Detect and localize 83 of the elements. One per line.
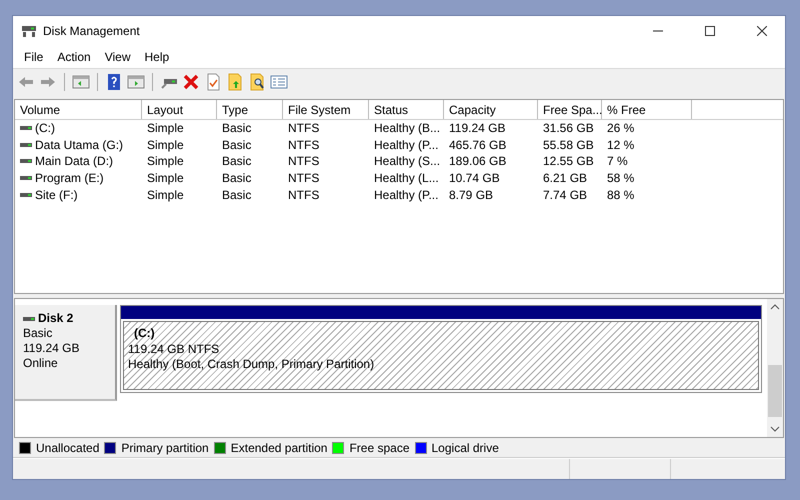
table-cell: (C:) xyxy=(35,121,55,136)
table-cell: 88 % xyxy=(607,188,634,202)
scroll-up-icon[interactable] xyxy=(770,303,780,311)
volume-drive-icon xyxy=(20,175,32,182)
table-cell: Main Data (D:) xyxy=(35,154,114,168)
column-header[interactable]: Type xyxy=(217,100,283,119)
table-cell: Basic xyxy=(222,121,252,136)
volume-drive-icon xyxy=(20,192,32,198)
volume-drive-icon xyxy=(20,142,32,148)
help-button[interactable] xyxy=(105,73,123,91)
table-cell: Basic xyxy=(222,138,252,152)
table-cell: Healthy (P... xyxy=(374,138,438,152)
app-icon xyxy=(21,24,37,38)
menu-item[interactable]: View xyxy=(98,50,138,64)
table-cell: Program (E:) xyxy=(35,171,104,186)
partition-block[interactable]: (C:) 119.24 GB NTFS Healthy (Boot, Crash Dump, Primary Partition) xyxy=(123,321,759,390)
table-cell: Data Utama (G:) xyxy=(35,138,124,152)
table-cell: 12.55 GB xyxy=(543,154,594,168)
table-cell: Basic xyxy=(222,188,252,202)
disk-drive-icon xyxy=(23,316,35,322)
table-cell: NTFS xyxy=(288,171,320,186)
close-icon xyxy=(757,26,767,36)
partition-name: (C:) xyxy=(133,326,155,342)
table-cell: 465.76 GB xyxy=(449,138,506,152)
column-header[interactable]: Layout xyxy=(142,100,217,119)
legend-label: Extended partition xyxy=(230,440,328,454)
disk-type: Basic xyxy=(23,326,54,341)
partition-status: Healthy (Boot, Crash Dump, Primary Partition) xyxy=(128,357,374,372)
disk-size: 119.24 GB xyxy=(23,341,80,356)
table-cell: NTFS xyxy=(288,121,320,136)
volume-drive-icon xyxy=(20,125,32,132)
table-cell: 31.56 GB xyxy=(543,121,594,136)
table-cell: Healthy (S... xyxy=(374,154,440,168)
table-cell: Site (F:) xyxy=(35,188,78,202)
menu-item[interactable]: Action xyxy=(50,50,98,64)
window-title: Disk Management xyxy=(43,24,141,38)
scrollbar[interactable] xyxy=(767,299,783,437)
maximize-icon xyxy=(705,26,715,36)
column-header[interactable]: File System xyxy=(283,100,369,119)
column-header[interactable]: Status xyxy=(369,100,444,119)
legend-label: Unallocated xyxy=(36,440,100,454)
scroll-down-icon[interactable] xyxy=(770,425,780,433)
table-cell: NTFS xyxy=(288,154,320,168)
table-cell: 12 % xyxy=(607,138,634,152)
table-cell: Basic xyxy=(222,154,252,168)
table-cell: 55.58 GB xyxy=(543,138,594,152)
column-header[interactable]: Free Spa... xyxy=(538,100,602,119)
column-header[interactable]: Volume xyxy=(15,100,142,119)
table-cell: Simple xyxy=(147,154,184,168)
menu-item[interactable]: File xyxy=(17,50,50,64)
table-cell: 7 % xyxy=(607,154,628,168)
table-cell: 6.21 GB xyxy=(543,171,588,186)
search-button[interactable] xyxy=(248,73,266,91)
legend-label: Logical drive xyxy=(432,440,499,454)
partition-size: 119.24 GB NTFS xyxy=(128,342,220,357)
table-cell: 26 % xyxy=(607,121,634,136)
menu-item[interactable]: Help xyxy=(138,50,176,64)
table-cell: Healthy (B... xyxy=(374,121,440,136)
table-cell: 119.24 GB xyxy=(449,121,506,136)
action-pane-button[interactable] xyxy=(127,73,145,91)
table-cell: Simple xyxy=(147,121,184,136)
console-tree-button[interactable] xyxy=(72,73,90,91)
column-header[interactable]: % Free xyxy=(602,100,692,119)
table-cell: Healthy (P... xyxy=(374,188,438,202)
table-cell: NTFS xyxy=(288,188,320,202)
disk-name: Disk 2 xyxy=(38,311,74,326)
delete-button[interactable] xyxy=(182,73,200,91)
column-header[interactable]: Capacity xyxy=(444,100,538,119)
table-cell: NTFS xyxy=(288,138,320,152)
table-cell: Simple xyxy=(147,138,184,152)
legend-label: Primary partition xyxy=(121,440,209,454)
legend-label: Free space xyxy=(349,440,410,454)
table-cell: 7.74 GB xyxy=(543,188,588,202)
table-cell: 10.74 GB xyxy=(449,171,500,186)
table-cell: 8.79 GB xyxy=(449,188,494,202)
volume-drive-icon xyxy=(20,158,32,164)
table-cell: Simple xyxy=(147,171,184,186)
table-cell: 58 % xyxy=(607,171,634,186)
table-cell: Basic xyxy=(222,171,252,186)
table-cell: 189.06 GB xyxy=(449,154,506,168)
table-cell: Simple xyxy=(147,188,184,202)
table-cell: Healthy (L... xyxy=(374,171,439,186)
disk-state: Online xyxy=(23,356,59,371)
